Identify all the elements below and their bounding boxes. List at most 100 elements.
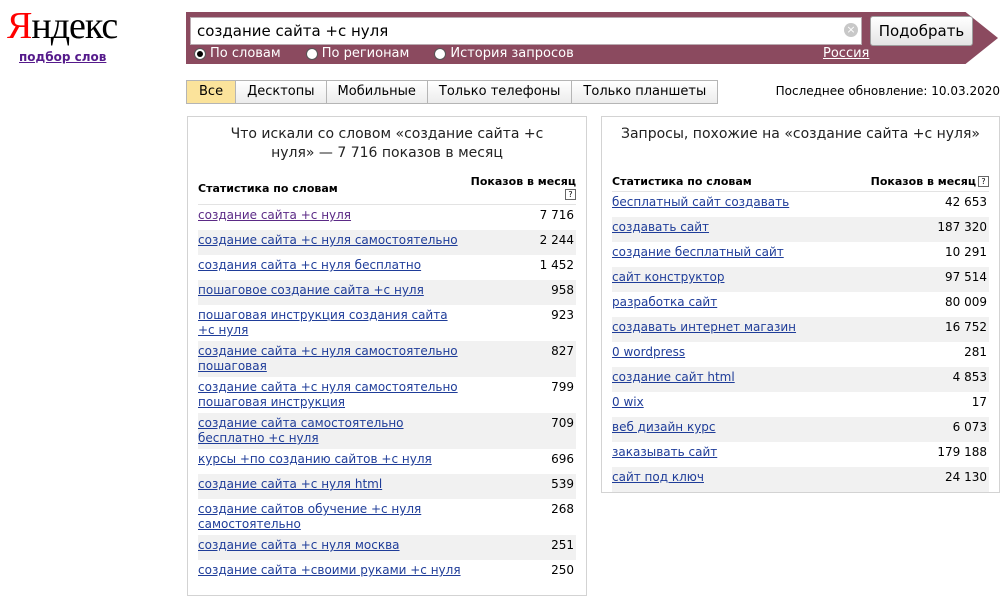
query-cell: создания сайта +с нуля бесплатно (198, 255, 468, 280)
query-link[interactable]: создание сайта +с нуля (198, 208, 351, 222)
impressions-count: 709 (468, 413, 576, 449)
mode-history[interactable]: История запросов (434, 46, 574, 61)
query-cell: бесплатный сайт создавать (612, 192, 841, 218)
region-link[interactable]: Россия (823, 46, 869, 61)
query-link[interactable]: создание сайта самостоятельно бесплатно … (198, 416, 404, 445)
query-link[interactable]: сайт конструктор (612, 270, 725, 284)
table-row: создание сайта +с нуля html 539 (198, 474, 576, 499)
table-row: создание сайтов обучение +с нуля самосто… (198, 499, 576, 535)
submit-button[interactable]: Подобрать (870, 16, 973, 46)
table-row: веб дизайн курс 6 073 (612, 417, 989, 442)
logo-rest: ндекс (31, 5, 118, 47)
impressions-count: 251 (468, 535, 576, 560)
table-row: пошаговая инструкция создания сайта +с н… (198, 305, 576, 341)
radio-icon[interactable] (305, 47, 318, 60)
query-cell: создавать сайт (612, 217, 842, 242)
query-link[interactable]: создавать интернет магазин (612, 320, 796, 334)
mode-by-regions[interactable]: По регионам (305, 46, 409, 61)
device-tabs: Все Десктопы Мобильные Только телефоны Т… (186, 80, 719, 104)
clear-search-icon[interactable]: × (844, 23, 858, 37)
mode-label: По словам (210, 46, 281, 61)
tab-phones-only[interactable]: Только телефоны (426, 81, 572, 103)
column-header-count-label: Показов в месяц (870, 175, 976, 188)
tab-tablets-only[interactable]: Только планшеты (571, 81, 717, 103)
yandex-logo[interactable]: Яндекс (7, 4, 118, 48)
query-link[interactable]: создание сайт html (612, 370, 735, 384)
query-cell: сайт конструктор (612, 267, 842, 292)
impressions-count: 16 752 (841, 317, 989, 342)
query-link[interactable]: создавать сайт (612, 220, 709, 234)
table-row: сайт конструктор 97 514 (612, 267, 989, 292)
query-cell: создание сайта +с нуля самостоятельно по… (198, 377, 468, 413)
last-update-text: Последнее обновление: 10.03.2020 (775, 84, 1000, 98)
mode-by-words[interactable]: По словам (194, 46, 281, 61)
column-header-query-label: Статистика по словам (198, 181, 338, 195)
search-input[interactable]: создание сайта +с нуля (190, 17, 862, 45)
query-link[interactable]: создание сайта +с нуля самостоятельно (198, 233, 458, 247)
help-icon[interactable]: ? (978, 176, 989, 187)
query-link[interactable]: 0 wordpress (612, 345, 685, 359)
query-link[interactable]: создание сайта +с нуля москва (198, 538, 400, 552)
service-name-link[interactable]: подбор слов (19, 50, 106, 64)
radio-icon[interactable] (434, 47, 447, 60)
query-cell: сайт под ключ (612, 467, 842, 492)
query-link[interactable]: создание сайта +своими руками +с нуля (198, 563, 461, 577)
query-link[interactable]: заказывать сайт (612, 445, 717, 459)
table-row: создавать интернет магазин 16 752 (612, 317, 989, 342)
table-row: сайт под ключ 24 130 (612, 467, 989, 492)
table-row: создание сайта самостоятельно бесплатно … (198, 413, 576, 449)
query-link[interactable]: 0 wix (612, 395, 644, 409)
query-cell: 0 wordpress (612, 342, 841, 367)
similar-table: Статистика по словам Показов в месяц? бе… (612, 173, 989, 492)
impressions-count: 179 188 (937, 445, 987, 459)
table-row: курсы +по созданию сайтов +с нуля 696 (198, 449, 576, 474)
table-row: создание сайта +с нуля самостоятельно по… (198, 377, 576, 413)
query-link[interactable]: создание сайтов обучение +с нуля самосто… (198, 502, 421, 531)
query-link[interactable]: бесплатный сайт создавать (612, 195, 789, 209)
query-cell: заказывать сайт (612, 442, 841, 467)
table-row: создание бесплатный сайт 10 291 (612, 242, 989, 267)
table-row: заказывать сайт 179 188 (612, 442, 989, 467)
impressions-count: 97 514 (841, 267, 989, 292)
query-link[interactable]: пошаговое создание сайта +с нуля (198, 283, 424, 297)
table-row: создавать сайт 187 320 (612, 217, 989, 242)
query-link[interactable]: создания сайта +с нуля бесплатно (198, 258, 421, 272)
tab-desktops[interactable]: Десктопы (235, 81, 325, 103)
table-row: 0 wordpress 281 (612, 342, 989, 367)
query-cell: создание сайта самостоятельно бесплатно … (198, 413, 468, 449)
impressions-count: 539 (468, 474, 576, 499)
impressions-count: 17 (971, 395, 987, 409)
query-link[interactable]: создание сайта +с нуля самостоятельно по… (198, 344, 458, 373)
query-link[interactable]: веб дизайн курс (612, 420, 716, 434)
tab-mobile[interactable]: Мобильные (325, 81, 427, 103)
related-words-panel: Что искали со словом «создание сайта +с … (187, 116, 587, 596)
query-link[interactable]: сайт под ключ (612, 470, 704, 484)
column-header-query-label: Статистика по словам (612, 175, 752, 188)
impressions-count: 42 653 (945, 195, 987, 209)
query-link[interactable]: создание бесплатный сайт (612, 245, 784, 259)
similar-queries-panel: Запросы, похожие на «создание сайта +с н… (601, 116, 1000, 493)
query-link[interactable]: разработка сайт (612, 295, 717, 309)
query-link[interactable]: курсы +по созданию сайтов +с нуля (198, 452, 432, 466)
impressions-count: 958 (468, 280, 576, 305)
query-cell: пошаговая инструкция создания сайта +с н… (198, 305, 468, 341)
impressions-count: 4 853 (841, 367, 989, 392)
panel-title: Запросы, похожие на «создание сайта +с н… (621, 126, 980, 142)
impressions-count: 281 (964, 345, 987, 359)
table-row: создание сайт html 4 853 (612, 367, 989, 392)
query-link[interactable]: создание сайта +с нуля самостоятельно по… (198, 380, 458, 409)
impressions-count: 696 (551, 452, 574, 466)
radio-checked-icon[interactable] (194, 47, 206, 60)
impressions-count: 250 (551, 563, 574, 577)
panel-title: Что искали со словом «создание сайта +с … (230, 126, 544, 161)
column-header-query: Статистика по словам (612, 173, 842, 192)
query-cell: создание сайта +с нуля (198, 205, 468, 231)
search-mode-group: По словам По регионам История запросов (194, 46, 599, 61)
query-cell: разработка сайт (612, 292, 841, 317)
query-cell: создание бесплатный сайт (612, 242, 841, 267)
query-link[interactable]: пошаговая инструкция создания сайта +с н… (198, 308, 448, 337)
query-cell: создание сайтов обучение +с нуля самосто… (198, 499, 468, 535)
tab-all[interactable]: Все (187, 81, 236, 103)
query-link[interactable]: создание сайта +с нуля html (198, 477, 382, 491)
help-icon[interactable]: ? (565, 189, 576, 200)
